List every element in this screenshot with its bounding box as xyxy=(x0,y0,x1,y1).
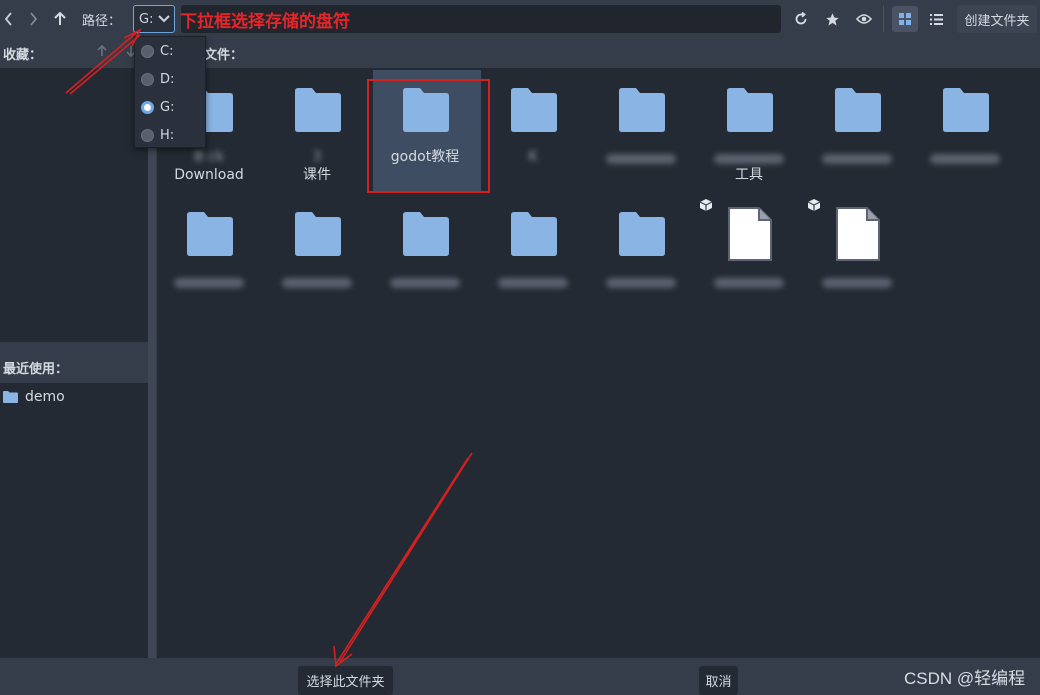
drive-option-label: G: xyxy=(160,99,175,115)
file-name-line1 xyxy=(282,278,352,288)
radio-icon xyxy=(141,128,154,142)
folder-icon xyxy=(511,88,557,136)
folder-icon xyxy=(511,212,557,260)
files-header: 文件： xyxy=(204,48,244,63)
folder-icon xyxy=(187,212,233,260)
list-view-icon[interactable] xyxy=(925,6,947,32)
folder-icon xyxy=(835,88,881,136)
file-name-line1 xyxy=(930,154,1000,164)
radio-icon xyxy=(141,44,154,58)
godot-resource-cube-icon xyxy=(807,198,821,215)
path-label: 路径： xyxy=(82,14,122,29)
favorites-list[interactable] xyxy=(0,68,148,342)
folder-icon xyxy=(943,88,989,136)
favorites-header-label: 收藏： xyxy=(3,48,43,63)
recent-header: 最近使用： xyxy=(3,362,69,377)
file-name-line1 xyxy=(714,154,784,164)
file-name-line1 xyxy=(606,154,676,164)
cancel-button[interactable]: 取消 xyxy=(699,666,738,695)
file-name-line1 xyxy=(390,278,460,288)
drive-option-label: H: xyxy=(160,127,175,143)
file-name-line1: B ck xyxy=(194,149,224,165)
recent-item-label: demo xyxy=(25,389,65,405)
folder-icon xyxy=(403,212,449,260)
file-name-line1 xyxy=(606,278,676,288)
file-name-line2: 工具 xyxy=(735,167,763,183)
godot-resource-cube-icon xyxy=(699,198,713,215)
favorites-header: 收藏： xyxy=(0,40,150,64)
favorite-star-icon[interactable] xyxy=(821,6,843,32)
drive-option-label: D: xyxy=(160,71,175,87)
toolbar-divider xyxy=(883,6,884,32)
grid-view-icon[interactable] xyxy=(892,6,918,32)
file-icon xyxy=(727,207,773,265)
file-name-line1 xyxy=(498,278,568,288)
file-name-line1 xyxy=(174,278,244,288)
drive-option-h[interactable]: H: xyxy=(141,125,174,145)
file-name-line1: 3 xyxy=(312,149,322,165)
radio-icon xyxy=(141,72,154,86)
drive-option-c[interactable]: C: xyxy=(141,41,173,61)
show-hidden-eye-icon[interactable] xyxy=(853,6,875,32)
folder-icon xyxy=(727,88,773,136)
watermark: CSDN @轻编程 xyxy=(904,669,1026,688)
annotation-top-text: 下拉框选择存储的盘符 xyxy=(180,12,350,32)
radio-selected-icon xyxy=(141,100,154,114)
select-this-folder-button[interactable]: 选择此文件夹 xyxy=(298,666,393,695)
folder-icon xyxy=(295,212,341,260)
folder-icon xyxy=(619,212,665,260)
file-name-line2: 课件 xyxy=(303,167,331,183)
drive-option-label: C: xyxy=(160,43,174,59)
folder-icon xyxy=(295,88,341,136)
up-directory-icon[interactable] xyxy=(52,6,68,32)
bottom-bar xyxy=(0,658,1040,695)
recent-item-demo[interactable]: demo xyxy=(3,389,65,405)
drive-option-d[interactable]: D: xyxy=(141,69,174,89)
drive-select[interactable]: G: xyxy=(133,5,175,33)
toolbar: 路径： G: 下拉框选择存储的盘符 创建文件夹 xyxy=(0,0,1040,38)
file-name-line1 xyxy=(822,278,892,288)
create-folder-button[interactable]: 创建文件夹 xyxy=(957,5,1037,33)
back-icon[interactable] xyxy=(2,6,16,32)
drive-dropdown-menu: C: D: G: H: xyxy=(134,36,206,148)
file-name-line2: Download xyxy=(174,167,244,183)
drive-select-value: G: xyxy=(139,11,154,27)
folder-icon xyxy=(619,88,665,136)
recent-list[interactable]: demo xyxy=(0,383,148,658)
move-up-icon[interactable] xyxy=(97,45,107,57)
drive-option-g[interactable]: G: xyxy=(141,97,174,117)
forward-icon[interactable] xyxy=(26,6,40,32)
file-icon xyxy=(835,207,881,265)
file-name-line1 xyxy=(714,278,784,288)
annotation-highlight-box xyxy=(367,79,490,193)
file-name-line1: K xyxy=(528,149,538,165)
file-name-line1 xyxy=(822,154,892,164)
refresh-icon[interactable] xyxy=(790,6,812,32)
chevron-down-icon xyxy=(158,15,170,23)
folder-icon xyxy=(3,391,18,403)
